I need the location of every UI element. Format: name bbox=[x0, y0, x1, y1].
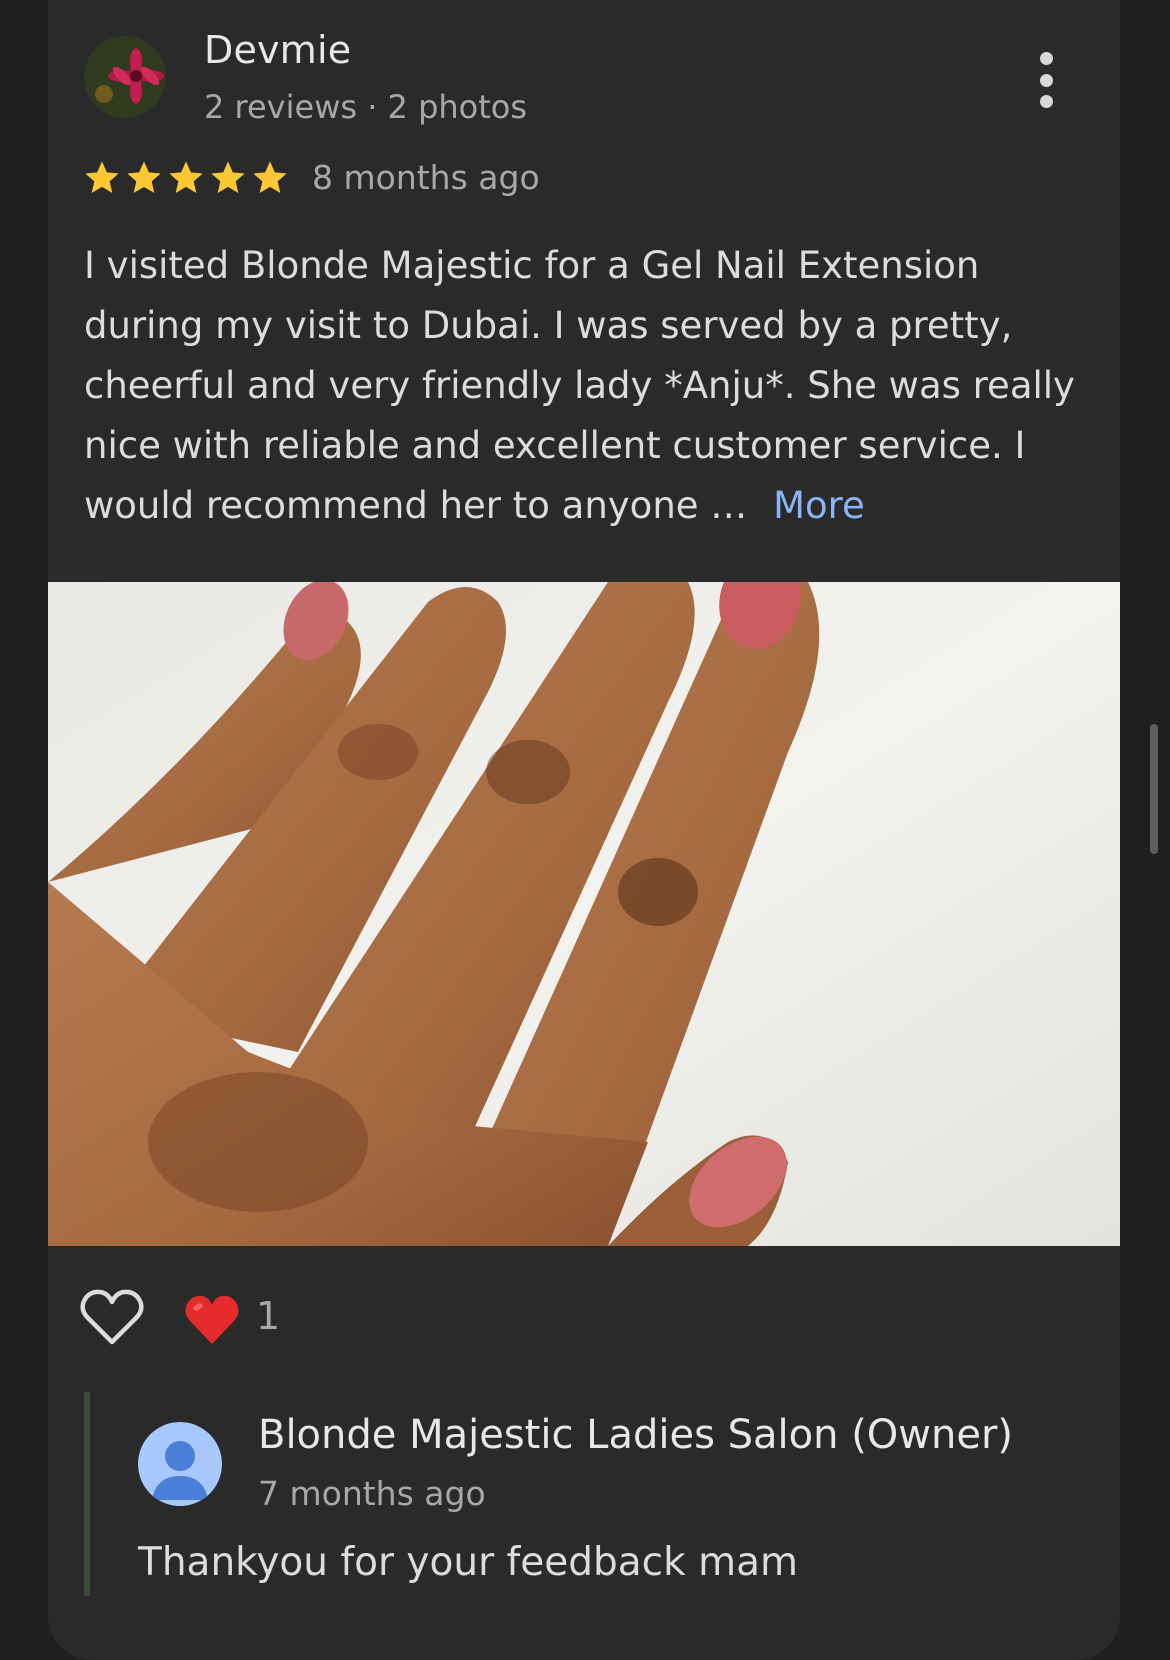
review-photo[interactable] bbox=[48, 582, 1120, 1246]
review-text-line: nice with reliable and excellent custome… bbox=[84, 424, 1026, 467]
hand-photo bbox=[48, 582, 1120, 1246]
rating-stars bbox=[82, 158, 290, 198]
review-time: 8 months ago bbox=[312, 158, 540, 197]
review-text-last-line: would recommend her to anyone … More bbox=[84, 476, 1074, 536]
owner-reply-time: 7 months ago bbox=[258, 1474, 486, 1513]
review-text-line: cheerful and very friendly lady *Anju*. … bbox=[84, 364, 1075, 407]
star-icon bbox=[169, 161, 203, 193]
review-text-line: I visited Blonde Majestic for a Gel Nail… bbox=[84, 244, 980, 287]
review-text: I visited Blonde Majestic for a Gel Nail… bbox=[84, 236, 1075, 536]
reaction-count: 1 bbox=[256, 1294, 281, 1338]
star-icon bbox=[253, 161, 287, 193]
more-link[interactable]: More bbox=[773, 484, 865, 527]
reviewer-avatar[interactable] bbox=[84, 36, 166, 118]
owner-avatar[interactable] bbox=[138, 1422, 222, 1506]
flower-avatar-image bbox=[84, 36, 166, 118]
reviewer-meta: 2 reviews · 2 photos bbox=[204, 88, 528, 126]
heart-outline-icon[interactable] bbox=[80, 1288, 144, 1348]
review-text-line: during my visit to Dubai. I was served b… bbox=[84, 304, 1013, 347]
reply-divider bbox=[84, 1392, 90, 1596]
more-options-icon[interactable] bbox=[1034, 52, 1058, 108]
owner-reply-text: Thankyou for your feedback mam bbox=[138, 1540, 798, 1585]
reviewer-name[interactable]: Devmie bbox=[204, 28, 351, 72]
star-icon bbox=[85, 161, 119, 193]
person-icon bbox=[152, 1441, 208, 1500]
scrollbar-thumb[interactable] bbox=[1150, 724, 1158, 854]
star-icon bbox=[211, 161, 245, 193]
review-text-line: would recommend her to anyone … bbox=[84, 484, 760, 527]
owner-name[interactable]: Blonde Majestic Ladies Salon (Owner) bbox=[258, 1412, 1013, 1458]
red-heart-icon bbox=[185, 1295, 239, 1344]
star-icon bbox=[127, 161, 161, 193]
